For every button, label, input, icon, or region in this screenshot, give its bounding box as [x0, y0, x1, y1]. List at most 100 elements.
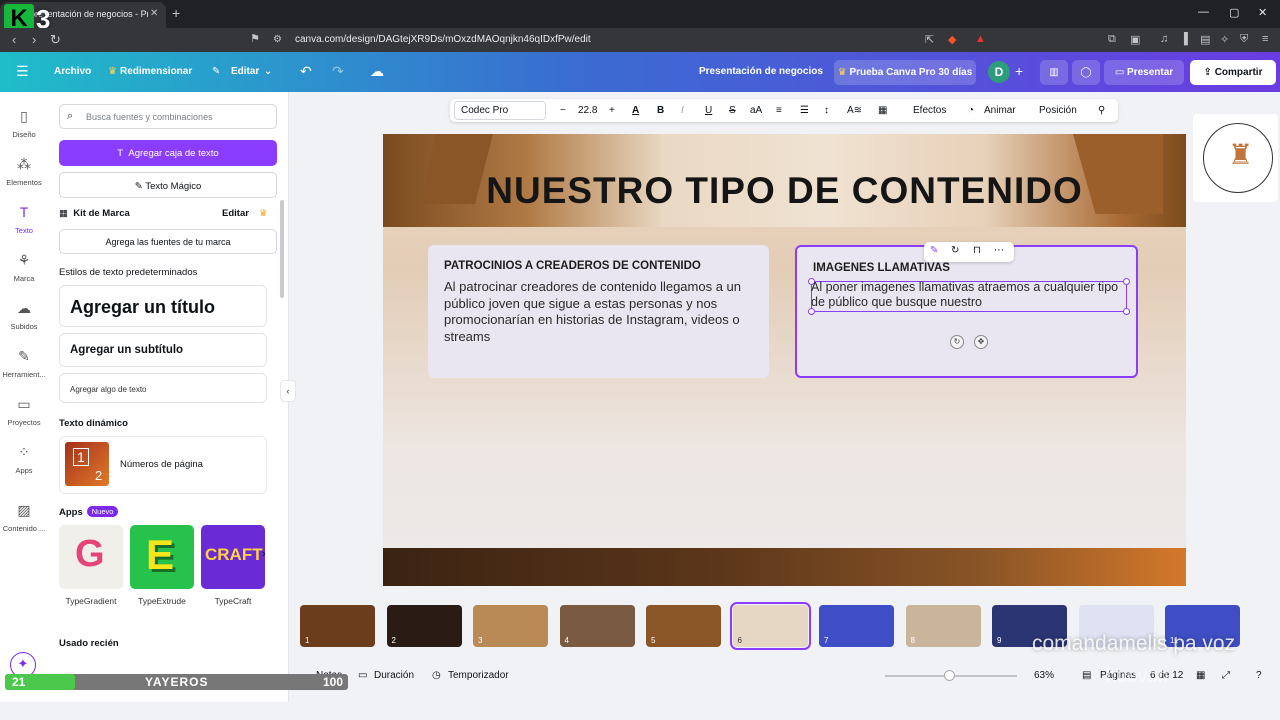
ai-icon[interactable]: ✧ — [1220, 33, 1229, 46]
effects-button[interactable]: Efectos — [913, 105, 946, 116]
add-body-preset[interactable]: Agregar algo de texto — [59, 373, 267, 403]
align-icon[interactable]: ≡ — [776, 105, 782, 116]
file-menu[interactable]: Archivo — [54, 66, 91, 77]
brand-fonts-button[interactable]: Agrega las fuentes de tu marca — [59, 229, 277, 254]
app-typegradient[interactable]: G — [59, 525, 123, 589]
edit-menu[interactable]: Editar — [231, 66, 259, 77]
text-color-icon[interactable]: A — [632, 105, 639, 116]
slide-title[interactable]: NUESTRO TIPO DE CONTENIDO — [383, 170, 1186, 212]
page-thumbnail[interactable]: 1 — [300, 605, 375, 647]
page-thumbnail[interactable]: 5 — [646, 605, 721, 647]
font-search-input[interactable]: ⌕ Busca fuentes y combinaciones — [59, 104, 277, 129]
hamburger-menu-icon[interactable]: ☰ — [16, 63, 29, 80]
design-title[interactable]: Presentación de negocios — [699, 66, 823, 77]
content-card-2[interactable]: IMAGENES LLAMATIVAS ✎ ↻ ⊓ ⋯ Al poner ima… — [795, 242, 1138, 378]
rail-item-text[interactable]: T Texto — [0, 204, 48, 235]
new-tab-icon[interactable]: + — [172, 5, 180, 21]
magic-edit-icon[interactable]: ✎ — [930, 245, 938, 256]
forward-icon[interactable]: › — [32, 32, 36, 47]
duration-button[interactable]: Duración — [374, 670, 414, 681]
redo-icon[interactable]: ↷ — [332, 63, 344, 80]
page-thumbnail[interactable]: 4 — [559, 605, 635, 647]
card-heading[interactable]: PATROCINIOS A CREADEROS DE CONTENIDO — [444, 260, 701, 272]
undo-icon[interactable]: ↶ — [300, 63, 312, 80]
cloud-save-icon[interactable]: ☁ — [370, 63, 384, 80]
card-body[interactable]: Al patrocinar creadores de contenido lle… — [444, 279, 762, 345]
page-thumbnail[interactable]: 3 — [473, 605, 548, 647]
avatar[interactable]: D — [988, 61, 1010, 83]
timer-button[interactable]: Temporizador — [448, 670, 509, 681]
app-typecraft[interactable]: CRAFT — [201, 525, 265, 589]
window-close-icon[interactable]: ✕ — [1258, 6, 1267, 19]
insights-button[interactable]: ▥ — [1040, 60, 1068, 85]
magic-text-button[interactable]: ✎ Texto Mágico — [59, 172, 277, 198]
zoom-slider-thumb[interactable] — [944, 670, 955, 681]
letter-case-icon[interactable]: aA — [750, 105, 762, 116]
brand-edit-link[interactable]: Editar — [222, 208, 249, 219]
rotate-icon[interactable]: ↻ — [951, 245, 959, 256]
paint-format-icon[interactable]: ⚲ — [1098, 105, 1105, 116]
list-icon[interactable]: ☰ — [800, 105, 809, 116]
rail-item-tools[interactable]: ✎ Herramient... — [0, 348, 48, 379]
wallet-icon[interactable]: ▤ — [1200, 33, 1210, 46]
position-button[interactable]: Posición — [1039, 105, 1077, 116]
rail-item-elements[interactable]: ⁂ Elementos — [0, 156, 48, 187]
card-heading[interactable]: IMAGENES LLAMATIVAS — [813, 262, 950, 274]
maximize-icon[interactable]: ▢ — [1229, 6, 1239, 19]
vpn-icon[interactable]: ⛨ — [1240, 33, 1248, 46]
music-icon[interactable]: ♫ — [1160, 33, 1168, 45]
tabs-icon[interactable]: ▣ — [1130, 33, 1140, 46]
add-textbox-button[interactable]: T Agregar caja de texto — [59, 140, 277, 166]
text-effects-icon[interactable]: A≋ — [847, 105, 862, 116]
fullscreen-icon[interactable]: ⤢ — [1222, 670, 1230, 681]
menu-icon[interactable]: ≡ — [1262, 33, 1268, 45]
animate-button[interactable]: Animar — [984, 105, 1016, 116]
page-thumbnail[interactable]: 6 — [729, 602, 811, 650]
rotate-handle-icon[interactable]: ↻ — [950, 335, 964, 349]
extension-icon[interactable]: ⧉ — [1108, 33, 1116, 46]
reload-icon[interactable]: ↻ — [50, 32, 61, 48]
share-button[interactable]: ⇪ Compartir — [1190, 60, 1276, 85]
present-button[interactable]: ▭ Presentar — [1104, 60, 1184, 85]
font-size-field[interactable]: 22.8 — [578, 105, 597, 116]
chevron-down-icon[interactable]: ⌄ — [264, 66, 272, 77]
add-collaborator-icon[interactable]: + — [1015, 63, 1023, 79]
transparency-icon[interactable]: ▦ — [878, 105, 887, 116]
zoom-level[interactable]: 63% — [1034, 670, 1054, 681]
add-title-preset[interactable]: Agregar un título — [59, 285, 267, 327]
comments-button[interactable]: ◯ — [1072, 60, 1100, 85]
rail-item-projects[interactable]: ▭ Proyectos — [0, 396, 48, 427]
grid-view-icon[interactable]: ▦ — [1196, 670, 1205, 681]
rail-item-apps[interactable]: ⁘ Apps — [0, 444, 48, 475]
rail-item-design[interactable]: ▯ Diseño — [0, 108, 48, 139]
underline-icon[interactable]: U — [705, 105, 712, 116]
page-thumbnail[interactable]: 2 — [386, 605, 462, 647]
rail-item-content[interactable]: ▨ Contenido ... — [0, 502, 48, 533]
italic-icon[interactable]: I — [681, 105, 684, 116]
resize-button[interactable]: Redimensionar — [120, 66, 192, 77]
trial-button[interactable]: ♛ Prueba Canva Pro 30 días — [834, 60, 976, 85]
help-icon[interactable]: ? — [1256, 670, 1262, 681]
font-selector[interactable]: Codec Pro — [454, 101, 546, 120]
bold-icon[interactable]: B — [657, 105, 664, 116]
move-handle-icon[interactable]: ✥ — [974, 335, 988, 349]
rail-item-brand[interactable]: ⚘ Marca — [0, 252, 48, 283]
apps-next-icon[interactable]: › — [262, 548, 266, 560]
logo-preview[interactable]: ♜ — [1193, 114, 1278, 202]
rail-item-uploads[interactable]: ☁ Subidos — [0, 300, 48, 331]
more-icon[interactable]: ⋯ — [994, 245, 1004, 256]
slide-canvas[interactable]: NUESTRO TIPO DE CONTENIDO PATROCINIOS A … — [383, 134, 1186, 586]
decrease-size-icon[interactable]: − — [560, 105, 566, 116]
strikethrough-icon[interactable]: S — [729, 105, 736, 116]
brave-shield-icon[interactable]: ◆ — [948, 33, 956, 46]
app-typeextrude[interactable]: E — [130, 525, 194, 589]
url-field[interactable]: canva.com/design/DAGtejXR9Ds/mOxzdMAOqnj… — [295, 34, 591, 45]
sidebar-icon[interactable]: ▐ — [1180, 33, 1188, 45]
content-card-1[interactable]: PATROCINIOS A CREADEROS DE CONTENIDO Al … — [428, 245, 769, 378]
page-thumbnail[interactable]: 8 — [905, 605, 981, 647]
back-icon[interactable]: ‹ — [12, 32, 16, 47]
add-subtitle-preset[interactable]: Agregar un subtítulo — [59, 333, 267, 367]
bookmark-icon[interactable]: ⚑ — [250, 32, 260, 45]
minimize-icon[interactable]: — — [1198, 6, 1209, 18]
page-numbers-card[interactable]: 1 2 Números de página — [59, 436, 267, 494]
